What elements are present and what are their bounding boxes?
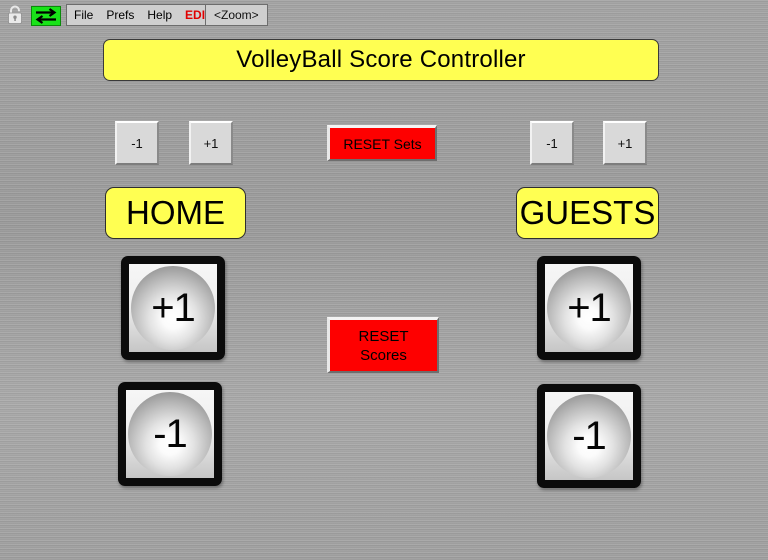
home-score-increment-button[interactable]: +1 bbox=[121, 256, 225, 360]
guests-sets-increment-button[interactable]: +1 bbox=[603, 121, 647, 165]
knob-face: +1 bbox=[547, 266, 631, 350]
menu-bar: File Prefs Help EDIT <Zoom> bbox=[0, 0, 768, 30]
padlock-unlocked-icon[interactable] bbox=[4, 4, 26, 26]
home-score-increment-label: +1 bbox=[151, 286, 196, 330]
app-title-bar: VolleyBall Score Controller bbox=[103, 39, 659, 81]
guests-score-increment-button[interactable]: +1 bbox=[537, 256, 641, 360]
guests-score-increment-label: +1 bbox=[567, 286, 612, 330]
menu-item-help[interactable]: Help bbox=[147, 5, 172, 25]
swap-arrows-icon[interactable] bbox=[31, 6, 61, 26]
menu-panel: File Prefs Help EDIT bbox=[66, 4, 221, 26]
guests-score-decrement-button[interactable]: -1 bbox=[537, 384, 641, 488]
page-title: VolleyBall Score Controller bbox=[236, 46, 526, 73]
home-team-label[interactable]: HOME bbox=[105, 187, 246, 239]
home-score-decrement-label: -1 bbox=[153, 412, 188, 456]
guests-score-decrement-label: -1 bbox=[572, 414, 607, 458]
knob-face: -1 bbox=[128, 392, 212, 476]
home-sets-decrement-button[interactable]: -1 bbox=[115, 121, 159, 165]
reset-scores-line2: Scores bbox=[360, 346, 407, 364]
home-sets-increment-button[interactable]: +1 bbox=[189, 121, 233, 165]
zoom-button[interactable]: <Zoom> bbox=[205, 4, 268, 26]
knob-face: -1 bbox=[547, 394, 631, 478]
knob-face: +1 bbox=[131, 266, 215, 350]
home-score-decrement-button[interactable]: -1 bbox=[118, 382, 222, 486]
guests-sets-decrement-button[interactable]: -1 bbox=[530, 121, 574, 165]
guests-team-label[interactable]: GUESTS bbox=[516, 187, 659, 239]
reset-sets-button[interactable]: RESET Sets bbox=[327, 125, 437, 161]
reset-scores-line1: RESET bbox=[358, 327, 409, 345]
reset-scores-button[interactable]: RESET Scores bbox=[327, 317, 439, 373]
menu-item-file[interactable]: File bbox=[74, 5, 93, 25]
menu-item-prefs[interactable]: Prefs bbox=[106, 5, 134, 25]
